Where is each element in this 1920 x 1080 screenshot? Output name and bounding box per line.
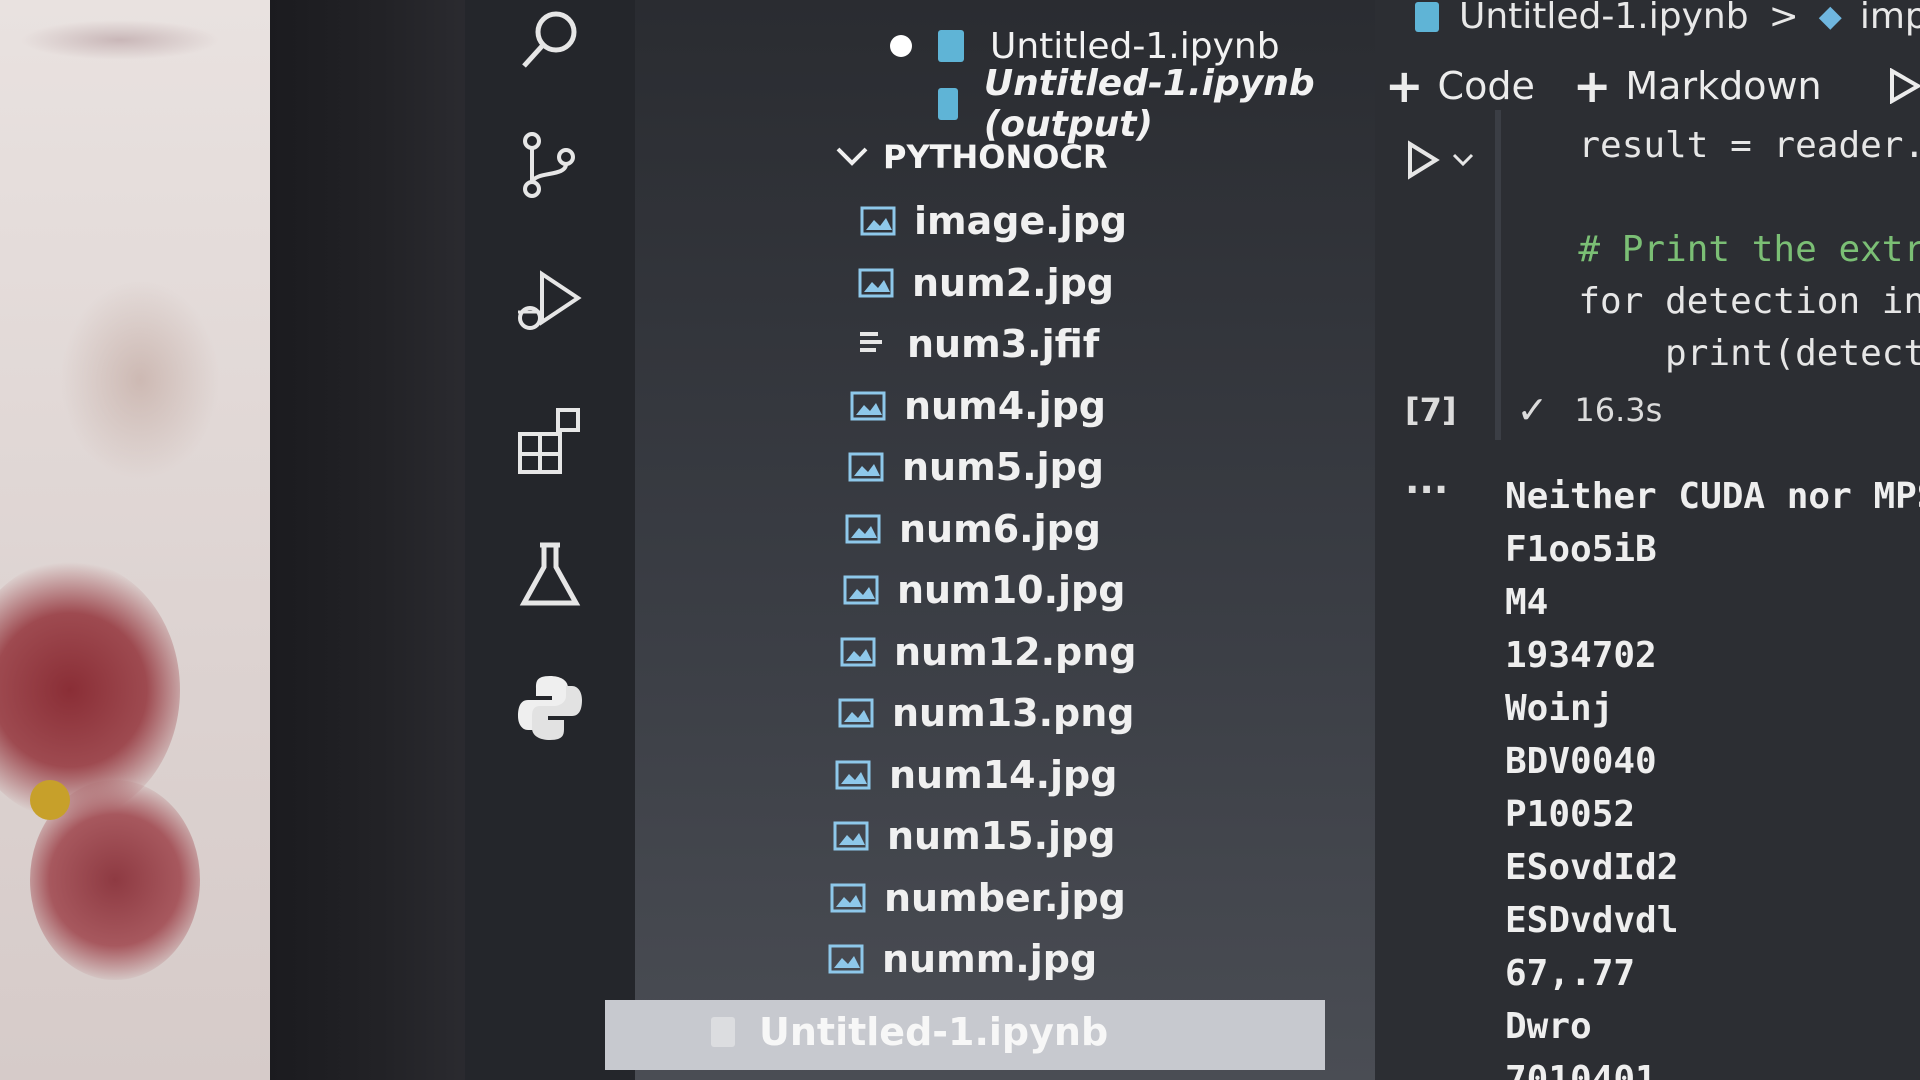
image-file-icon: [845, 514, 881, 544]
code-line: # Print the extrac: [1535, 224, 1920, 276]
image-file-icon: [850, 391, 886, 421]
output-more-button[interactable]: ...: [1405, 458, 1448, 502]
chevron-down-icon: [836, 147, 868, 166]
play-icon: [1889, 68, 1920, 104]
notebook-toolbar: + Code + Markdown Ru: [1375, 48, 1920, 124]
add-code-label: Code: [1437, 64, 1535, 108]
monitor-bezel: [270, 0, 470, 1080]
add-code-cell-button[interactable]: + Code: [1385, 63, 1535, 109]
output-line: ESDvdvdl: [1505, 900, 1679, 941]
notebook-file-icon: [938, 30, 964, 62]
breadcrumb-file[interactable]: Untitled-1.ipynb: [1459, 0, 1749, 37]
breadcrumb: Untitled-1.ipynb > ◆ import t: [1415, 0, 1920, 37]
output-line: Neither CUDA nor MPS a: [1505, 476, 1920, 517]
notebook-editor: Untitled-1.ipynb > ◆ import t + Code + M…: [1375, 0, 1920, 1080]
cell-status: [7] ✓ 16.3s: [1405, 388, 1662, 432]
image-file-icon: [838, 698, 874, 728]
cell-output: Neither CUDA nor MPS a F1oo5iB M4 1934702 Wo…: [1505, 470, 1920, 1080]
notebook-file-icon: [938, 88, 958, 120]
add-markdown-label: Markdown: [1625, 64, 1822, 108]
open-editor-item[interactable]: Untitled-1.ipynb (output): [938, 63, 1375, 145]
file-name: num15.jpg: [887, 814, 1116, 858]
file-name: number.jpg: [884, 875, 1126, 920]
file-name: num10.jpg: [897, 568, 1126, 612]
activity-bar: [465, 0, 635, 1080]
image-file-icon: [858, 268, 894, 298]
output-line: Dwro: [1505, 1006, 1592, 1047]
code-line: for detection in r: [1578, 281, 1920, 322]
python-icon[interactable]: [510, 668, 590, 748]
code-comment: # Print the extrac: [1578, 229, 1920, 270]
run-debug-icon[interactable]: [510, 262, 590, 342]
search-icon[interactable]: [510, 0, 590, 80]
output-line: BDV0040: [1505, 741, 1657, 782]
file-name: num2.jpg: [912, 260, 1115, 305]
plus-icon: +: [1385, 59, 1424, 113]
python-symbol-icon: ◆: [1818, 0, 1842, 34]
output-line: P10052: [1505, 794, 1636, 835]
file-name: numm.jpg: [882, 937, 1098, 981]
execution-count: [7]: [1405, 391, 1457, 429]
image-file-icon: [843, 575, 879, 605]
source-control-icon[interactable]: [510, 125, 590, 205]
image-file-icon: [828, 944, 864, 974]
code-cell[interactable]: result = reader.re # Print the extrac fo…: [1535, 120, 1920, 380]
file-name: num12.png: [894, 629, 1137, 674]
image-file-icon: [840, 637, 876, 667]
output-line: 1934702: [1505, 635, 1657, 676]
text-file-icon: [853, 329, 889, 359]
code-line: print(detectio: [1665, 333, 1920, 374]
file-tree-item[interactable]: Untitled-1.ipynb: [705, 1003, 1425, 1061]
plus-icon: +: [1572, 59, 1612, 113]
file-name: num5.jpg: [902, 445, 1105, 489]
image-file-icon: [860, 206, 896, 236]
image-file-icon: [848, 452, 884, 482]
check-icon: ✓: [1516, 388, 1549, 432]
breadcrumb-symbol[interactable]: import t: [1860, 0, 1920, 37]
vscode-window: Untitled-1.ipynb Untitled-1.ipynb (outpu…: [465, 0, 1920, 1080]
file-name: num13.png: [892, 691, 1135, 735]
output-line: Woinj: [1505, 688, 1614, 729]
execution-duration: 16.3s: [1574, 391, 1663, 429]
extensions-icon[interactable]: [510, 400, 590, 480]
image-file-icon: [833, 821, 869, 851]
folder-name: PYTHONOCR: [883, 138, 1108, 176]
output-line: 67,.77: [1505, 953, 1636, 994]
explorer-sidebar: Untitled-1.ipynb Untitled-1.ipynb (outpu…: [635, 0, 1375, 1080]
file-name: num14.jpg: [889, 752, 1118, 797]
file-name: num4.jpg: [904, 383, 1107, 428]
file-name: image.jpg: [914, 199, 1128, 243]
code-keyword: for: [1578, 281, 1644, 322]
run-cell-button[interactable]: [1405, 140, 1475, 180]
add-markdown-cell-button[interactable]: + Markdown: [1573, 63, 1822, 109]
file-name: num3.jfif: [907, 322, 1100, 366]
breadcrumb-separator: >: [1768, 0, 1799, 37]
testing-flask-icon[interactable]: [510, 535, 590, 615]
chevron-down-icon: [1452, 153, 1474, 167]
unsaved-dot-icon: [890, 35, 912, 57]
output-line: ESovdId2: [1505, 847, 1679, 888]
play-icon: [1408, 140, 1440, 180]
open-editor-label: Untitled-1.ipynb: [990, 25, 1280, 67]
image-file-icon: [830, 883, 866, 913]
output-line: F1oo5iB: [1505, 529, 1657, 570]
code-line: result = reader.re: [1578, 125, 1920, 166]
output-line: 7010401: [1505, 1059, 1657, 1080]
notebook-file-icon: [1415, 1, 1439, 32]
open-editor-label: Untitled-1.ipynb (output): [983, 63, 1315, 145]
file-name: Untitled-1.ipynb: [759, 1010, 1109, 1054]
run-all-button[interactable]: Ru: [1888, 64, 1920, 108]
background-wall: [0, 0, 270, 1080]
output-line: M4: [1505, 582, 1549, 623]
folder-section-header[interactable]: PYTHONOCR: [835, 138, 1108, 176]
file-name: num6.jpg: [899, 506, 1102, 551]
image-file-icon: [835, 760, 871, 790]
notebook-file-icon: [705, 1017, 741, 1047]
